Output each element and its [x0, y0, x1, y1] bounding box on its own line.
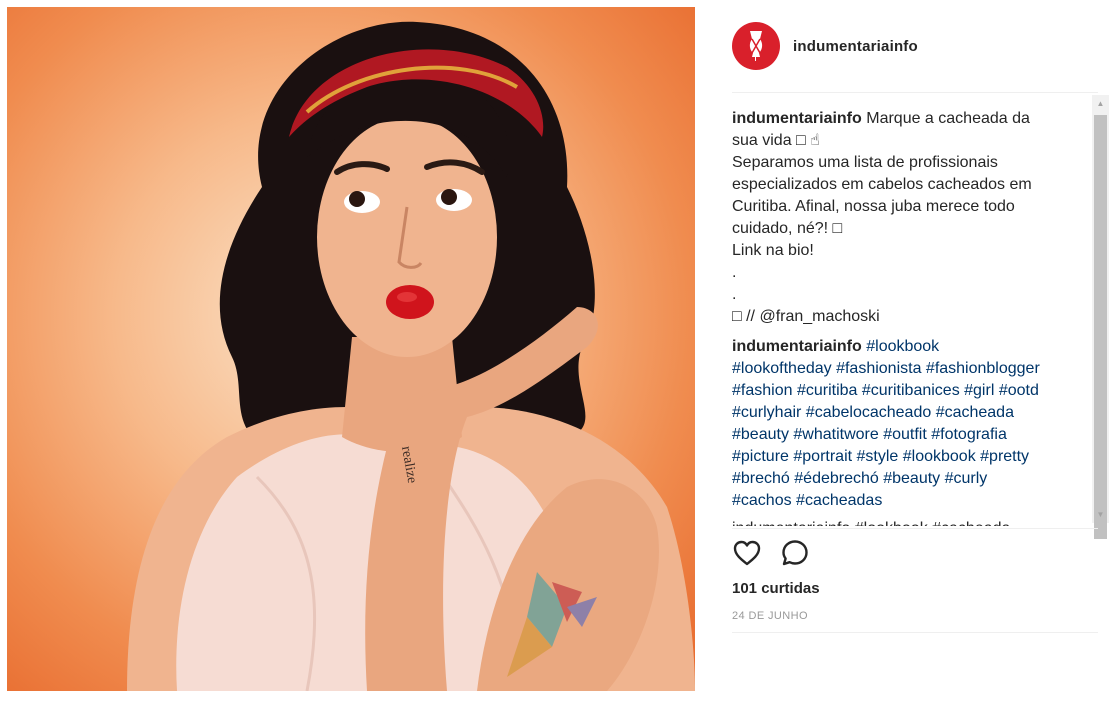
comment-username[interactable]: indumentariainfo	[732, 338, 862, 355]
caption-line: Curitiba. Afinal, nossa juba merece todo	[732, 198, 1015, 215]
post-photo[interactable]: realize	[7, 7, 695, 691]
scrollbar-thumb[interactable]	[1094, 115, 1107, 539]
hashtag-line[interactable]: #lookoftheday #fashionista #fashionblogg…	[732, 360, 1040, 377]
caption-username[interactable]: indumentariainfo	[732, 110, 862, 127]
heart-icon[interactable]	[732, 538, 762, 568]
post-header: indumentariainfo	[732, 22, 918, 70]
comments-area[interactable]: indumentariainfo Marque a cacheada da su…	[732, 108, 1088, 526]
scroll-up-arrow-icon[interactable]: ▲	[1092, 95, 1109, 112]
hashtag-line[interactable]: #cachos #cacheadas	[732, 492, 882, 509]
caption-line: sua vida □ ☝	[732, 132, 820, 149]
hashtag-comment: indumentariainfo #lookbook #lookoftheday…	[732, 336, 1088, 512]
caption-line: Marque a cacheada da	[866, 110, 1030, 127]
caption-line: □ // @fran_machoski	[732, 308, 880, 325]
post-actions	[732, 538, 810, 568]
partial-comment: indumentariainfo #lookbook #cacheada	[732, 518, 1088, 526]
actions-divider	[732, 528, 1098, 529]
hashtag-line[interactable]: #picture #portrait #style #lookbook #pre…	[732, 448, 1029, 465]
hashtag-line[interactable]: #lookbook	[866, 338, 939, 355]
portrait-illustration: realize	[127, 21, 695, 691]
caption-line: cuidado, né?! □	[732, 220, 843, 237]
caption: indumentariainfo Marque a cacheada da su…	[732, 108, 1088, 328]
likes-count[interactable]: 101 curtidas	[732, 580, 820, 597]
footer-divider	[732, 632, 1098, 633]
caption-line: .	[732, 264, 737, 281]
caption-line: Link na bio!	[732, 242, 814, 259]
hashtag-line[interactable]: #beauty #whatitwore #outfit #fotografia	[732, 426, 1007, 443]
caption-line: .	[732, 286, 737, 303]
scroll-down-arrow-icon[interactable]: ▼	[1092, 506, 1109, 523]
hashtag-line[interactable]: #brechó #édebrechó #beauty #curly	[732, 470, 987, 487]
post-date[interactable]: 24 DE JUNHO	[732, 610, 808, 622]
hashtag-line[interactable]: #fashion #curitiba #curitibanices #girl …	[732, 382, 1039, 399]
hashtag-line[interactable]: #curlyhair #cabelocacheado #cacheada	[732, 404, 1014, 421]
post-username[interactable]: indumentariainfo	[793, 38, 918, 55]
caption-line: especializados em cabelos cacheados em	[732, 176, 1032, 193]
header-divider	[732, 92, 1098, 93]
avatar[interactable]	[732, 22, 780, 70]
dress-form-logo-icon	[749, 31, 763, 61]
comments-scrollbar[interactable]: ▲ ▼	[1092, 95, 1109, 539]
caption-line: Separamos uma lista de profissionais	[732, 154, 998, 171]
comment-icon[interactable]	[780, 538, 810, 568]
post-side-panel: indumentariainfo indumentariainfo Marque…	[716, 0, 1110, 701]
